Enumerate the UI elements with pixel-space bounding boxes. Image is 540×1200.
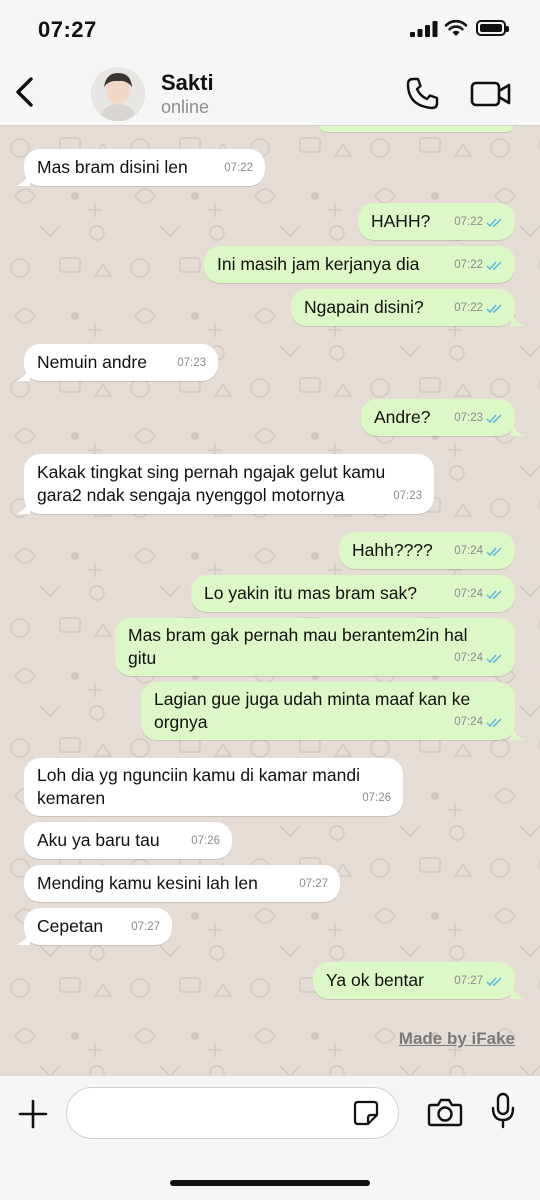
video-camera-icon[interactable] [470,78,512,110]
chat-area[interactable]: Mas bram disini len 07:22 HAHH? 07:22 In… [0,126,540,1075]
message-text: Ya ok bentar [326,970,424,990]
message-text: Lo yakin itu mas bram sak? [204,583,418,603]
message-time: 07:27 [454,970,503,993]
message-time: 07:22 [454,297,503,320]
phone-icon[interactable] [404,76,440,112]
message-time: 07:24 [454,711,503,734]
message-text: gara2 ndak sengaja nyenggol motornya [37,485,345,505]
bubble-tail [511,312,525,326]
message-bubble-outgoing[interactable]: HAHH? 07:22 [358,203,515,240]
bubble-tail [16,500,30,514]
message-bubble-incoming[interactable]: Aku ya baru tau 07:26 [24,822,232,859]
contact-status: online [161,97,210,117]
bubble-tail [16,367,30,381]
message-bubble-outgoing[interactable]: Lagian gue juga udah minta maaf kan ke o… [141,682,515,740]
bubble-tail [16,172,30,186]
message-time: 07:24 [454,583,503,606]
double-check-icon [486,654,502,663]
chevron-left-icon[interactable] [10,74,40,110]
avatar[interactable] [91,67,145,121]
message-text: Loh dia yg ngunciin kamu di kamar mandi [37,765,360,785]
message-bubble-partial [318,126,515,132]
message-time: 07:27 [131,921,160,933]
double-check-icon [486,261,502,270]
message-bubble-incoming[interactable]: Mas bram disini len 07:22 [24,149,265,186]
double-check-icon [486,977,502,986]
message-bubble-outgoing[interactable]: Andre? 07:23 [361,399,515,436]
double-check-icon [486,414,502,423]
message-text: orgnya [154,712,208,732]
home-indicator [170,1180,370,1186]
message-text: Kakak tingkat sing pernah ngajak gelut k… [37,462,386,482]
message-bubble-outgoing[interactable]: Lo yakin itu mas bram sak? 07:24 [191,575,515,612]
message-bubble-outgoing[interactable]: Ya ok bentar 07:27 [313,962,515,999]
message-bubble-outgoing[interactable]: Ngapain disini? 07:22 [291,289,515,326]
sticker-icon[interactable] [352,1099,380,1127]
message-text: Hahh???? [352,540,433,560]
bubble-tail [16,931,30,945]
message-time: 07:22 [454,211,503,234]
message-time: 07:27 [299,878,328,890]
message-time: 07:24 [454,647,503,670]
message-text: Ngapain disini? [304,297,424,317]
camera-icon[interactable] [427,1096,463,1128]
double-check-icon [486,547,502,556]
double-check-icon [486,218,502,227]
bubble-tail [511,422,525,436]
message-time: 07:23 [177,357,206,369]
message-text: Nemuin andre [37,352,147,372]
message-text: Andre? [374,407,431,427]
double-check-icon [486,718,502,727]
message-text: Mending kamu kesini lah len [37,873,258,893]
double-check-icon [486,590,502,599]
message-bubble-incoming[interactable]: Nemuin andre 07:23 [24,344,218,381]
input-bar [0,1075,540,1200]
wifi-icon [444,19,468,36]
status-time: 07:27 [38,17,97,42]
status-bar: 07:27 [0,0,540,60]
message-text: kemaren [37,788,106,808]
bubble-tail [511,726,525,740]
message-time: 07:23 [393,490,422,502]
bubble-tail [511,985,525,999]
message-bubble-outgoing[interactable]: Mas bram gak pernah mau berantem2in hal … [115,618,515,676]
message-time: 07:23 [454,407,503,430]
message-text: Ini masih jam kerjanya dia [217,254,420,274]
signal-icon [410,21,438,37]
message-text: Mas bram disini len [37,157,188,177]
contact-name[interactable]: Sakti [161,70,214,96]
message-time: 07:26 [362,792,391,804]
message-bubble-outgoing[interactable]: Hahh???? 07:24 [339,532,515,569]
double-check-icon [486,304,502,313]
message-time: 07:26 [191,835,220,847]
message-text: Aku ya baru tau [37,830,160,850]
message-text: gitu [128,648,157,668]
message-text: HAHH? [371,211,431,231]
message-bubble-incoming[interactable]: Kakak tingkat sing pernah ngajak gelut k… [24,454,434,514]
message-bubble-incoming[interactable]: Cepetan 07:27 [24,908,172,945]
message-time: 07:24 [454,540,503,563]
message-text: Mas bram gak pernah mau berantem2in hal [128,625,468,645]
message-time: 07:22 [224,162,253,174]
chat-header: Sakti online [0,60,540,126]
microphone-icon[interactable] [490,1092,516,1130]
message-bubble-incoming[interactable]: Loh dia yg ngunciin kamu di kamar mandi … [24,758,403,816]
plus-icon[interactable] [17,1098,49,1130]
message-bubble-incoming[interactable]: Mending kamu kesini lah len 07:27 [24,865,340,902]
message-text: Lagian gue juga udah minta maaf kan ke [154,689,471,709]
profile-photo [91,67,145,121]
battery-icon [476,20,509,36]
message-text: Cepetan [37,916,104,936]
watermark-link[interactable]: Made by iFake [399,1029,515,1049]
message-time: 07:22 [454,254,503,277]
message-input[interactable] [66,1087,399,1139]
message-bubble-outgoing[interactable]: Ini masih jam kerjanya dia 07:22 [204,246,515,283]
